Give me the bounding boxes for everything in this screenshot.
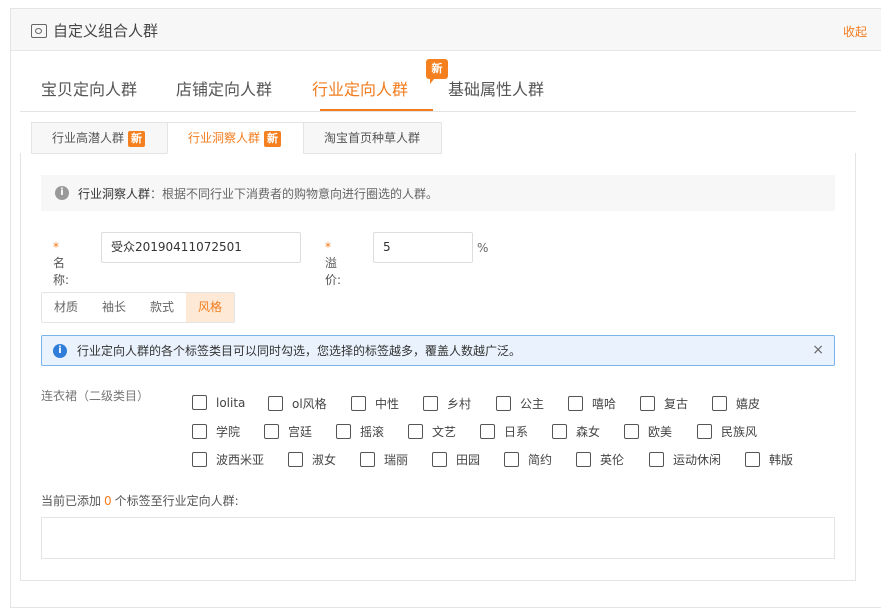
tag-checkbox[interactable]: ol风格 — [268, 395, 327, 412]
tip-alert: i 行业定向人群的各个标签类目可以同时勾选，您选择的标签越多，覆盖人数越广泛。 … — [41, 335, 835, 366]
info-text: ：根据不同行业下消费者的购物意向进行圈选的人群。 — [150, 186, 439, 201]
checkbox-box[interactable] — [745, 452, 760, 467]
seg-sleeve-length[interactable]: 袖长 — [90, 293, 138, 322]
tag-checkbox[interactable]: 民族风 — [697, 423, 757, 440]
alert-text: 行业定向人群的各个标签类目可以同时勾选，您选择的标签越多，覆盖人数越广泛。 — [77, 344, 522, 358]
tag-checkbox[interactable]: lolita — [192, 395, 245, 410]
name-label: *名称: — [53, 240, 70, 287]
checkbox-box[interactable] — [432, 452, 447, 467]
added-tags-box — [41, 517, 835, 559]
attribute-segmented-control: 材质 袖长 款式 风格 — [41, 292, 235, 323]
checkbox-box[interactable] — [576, 452, 591, 467]
name-input[interactable]: 受众20190411072501 — [101, 232, 301, 263]
checkbox-box[interactable] — [649, 452, 664, 467]
tag-checkbox[interactable]: 嬉皮 — [712, 395, 760, 412]
percent-unit: % — [477, 241, 489, 255]
tag-checkbox[interactable]: 英伦 — [576, 451, 624, 468]
checkbox-box[interactable] — [192, 395, 207, 410]
tag-checkbox[interactable]: 韩版 — [745, 451, 793, 468]
tag-checkbox[interactable]: 田园 — [432, 451, 480, 468]
subtab-industry-insight[interactable]: 行业洞察人群新 — [167, 122, 304, 154]
main-tabs: 宝贝定向人群 店铺定向人群 行业定向人群 新 基础属性人群 — [20, 59, 856, 112]
subtab-label: 行业洞察人群 — [188, 131, 261, 145]
tag-checkbox[interactable]: 森女 — [552, 423, 600, 440]
tag-checkbox[interactable]: 宫廷 — [264, 423, 312, 440]
checkbox-box[interactable] — [268, 396, 283, 411]
tag-checkbox[interactable]: 摇滚 — [336, 423, 384, 440]
checkbox-box[interactable] — [360, 452, 375, 467]
added-count: 0 — [104, 494, 112, 508]
tag-checkbox[interactable]: 中性 — [351, 395, 399, 412]
checkbox-box[interactable] — [697, 424, 712, 439]
close-icon[interactable]: × — [812, 342, 824, 358]
category-label: 连衣裙（二级类目） — [41, 389, 150, 403]
tag-checkbox[interactable]: 波西米亚 — [192, 451, 264, 468]
checkbox-box[interactable] — [624, 424, 639, 439]
checkbox-box[interactable] — [192, 424, 207, 439]
premium-input[interactable]: 5 — [373, 232, 473, 263]
collapse-link[interactable]: 收起 — [843, 23, 867, 40]
tag-checkbox[interactable]: 嘻哈 — [568, 395, 616, 412]
sub-tabs: 行业高潜人群新 行业洞察人群新 淘宝首页种草人群 — [20, 122, 856, 154]
seg-style[interactable]: 风格 — [186, 293, 234, 322]
image-icon — [31, 23, 47, 38]
tag-checkbox[interactable]: 公主 — [496, 395, 544, 412]
subtab-taobao-homepage[interactable]: 淘宝首页种草人群 — [303, 122, 442, 154]
seg-material[interactable]: 材质 — [42, 293, 90, 322]
checkbox-box[interactable] — [640, 396, 655, 411]
tag-checkbox[interactable]: 学院 — [192, 423, 240, 440]
panel-header: 自定义组合人群 收起 — [11, 9, 881, 51]
tab-basic-attributes[interactable]: 基础属性人群 — [448, 76, 544, 100]
new-badge: 新 — [264, 131, 282, 147]
checkbox-box[interactable] — [712, 396, 727, 411]
new-badge: 新 — [426, 59, 448, 84]
tab-item-targeting[interactable]: 宝贝定向人群 — [41, 76, 137, 100]
checkbox-box[interactable] — [480, 424, 495, 439]
info-bar: i 行业洞察人群 ：根据不同行业下消费者的购物意向进行圈选的人群。 — [41, 175, 835, 211]
tag-checkbox[interactable]: 复古 — [640, 395, 688, 412]
info-icon: i — [53, 343, 67, 358]
info-icon: i — [55, 186, 69, 200]
checkbox-box[interactable] — [408, 424, 423, 439]
tab-shop-targeting[interactable]: 店铺定向人群 — [176, 76, 272, 100]
tab-industry-targeting[interactable]: 行业定向人群 — [312, 76, 408, 100]
checkbox-box[interactable] — [504, 452, 519, 467]
tag-checkbox[interactable]: 文艺 — [408, 423, 456, 440]
checkbox-box[interactable] — [568, 396, 583, 411]
checkbox-box[interactable] — [264, 424, 279, 439]
checkbox-box[interactable] — [496, 396, 511, 411]
tag-checkbox[interactable]: 简约 — [504, 451, 552, 468]
tag-checkbox[interactable]: 日系 — [480, 423, 528, 440]
panel-title-text: 自定义组合人群 — [53, 22, 159, 40]
checkbox-box[interactable] — [336, 424, 351, 439]
subtab-label: 行业高潜人群 — [52, 131, 125, 145]
checkbox-box[interactable] — [552, 424, 567, 439]
panel-title: 自定义组合人群 — [31, 20, 158, 41]
checkbox-box[interactable] — [288, 452, 303, 467]
subtab-industry-potential[interactable]: 行业高潜人群新 — [31, 122, 168, 154]
checkbox-box[interactable] — [351, 396, 366, 411]
info-title: 行业洞察人群 — [78, 186, 151, 201]
tag-checkbox[interactable]: 欧美 — [624, 423, 672, 440]
tag-checkbox[interactable]: 乡村 — [423, 395, 471, 412]
premium-label: *溢价: — [325, 240, 342, 287]
checkbox-box[interactable] — [192, 452, 207, 467]
seg-style-type[interactable]: 款式 — [138, 293, 186, 322]
tag-checkbox[interactable]: 运动休闲 — [649, 451, 721, 468]
tag-checkbox[interactable]: 瑞丽 — [360, 451, 408, 468]
checkbox-box[interactable] — [423, 396, 438, 411]
new-badge: 新 — [128, 131, 146, 147]
active-tab-indicator — [320, 109, 433, 111]
added-count-text: 当前已添加 0 个标签至行业定向人群: — [41, 494, 239, 508]
tag-checkbox[interactable]: 淑女 — [288, 451, 336, 468]
